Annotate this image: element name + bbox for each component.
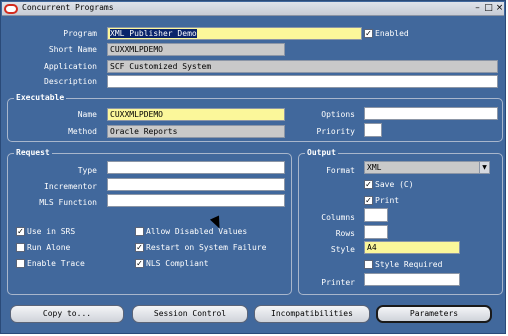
enable-trace-label: Enable Trace xyxy=(27,259,85,268)
run-alone-label: Run Alone xyxy=(27,243,71,252)
use-in-srs-checkbox[interactable]: ✓ xyxy=(16,227,25,236)
allow-disabled-values-label: Allow Disabled Values xyxy=(146,227,248,236)
nls-compliant-label: NLS Compliant xyxy=(146,259,209,268)
program-field[interactable]: XML Publisher Demo xyxy=(107,27,362,40)
format-dropdown[interactable]: XML ▼ xyxy=(364,161,490,174)
save-checkbox[interactable]: ✓ xyxy=(364,180,373,189)
style-field[interactable]: A4 xyxy=(364,241,460,254)
format-value: XML xyxy=(367,163,382,172)
close-icon[interactable]: × xyxy=(494,3,505,14)
save-label: Save (C) xyxy=(375,180,414,189)
output-title: Output xyxy=(305,148,338,157)
type-label: Type xyxy=(77,166,97,175)
restart-on-failure-checkbox[interactable]: ✓ xyxy=(135,243,144,252)
executable-name-label: Name xyxy=(77,110,97,119)
executable-method-label: Method xyxy=(68,127,97,136)
chevron-down-icon[interactable]: ▼ xyxy=(479,162,489,173)
executable-name-field[interactable]: CUXXMLPDEMO xyxy=(107,108,285,121)
window-title: Concurrent Programs xyxy=(22,3,114,12)
mls-function-field[interactable] xyxy=(107,194,285,207)
program-label: Program xyxy=(63,29,97,38)
request-title: Request xyxy=(14,148,52,157)
print-label: Print xyxy=(375,196,400,205)
printer-field[interactable] xyxy=(364,273,460,286)
style-label: Style xyxy=(330,245,355,254)
short-name-label: Short Name xyxy=(48,45,97,54)
parameters-button[interactable]: Parameters xyxy=(376,305,492,323)
title-bar: Concurrent Programs – □ × xyxy=(2,2,504,16)
incompatibilities-button[interactable]: Incompatibilities xyxy=(254,305,370,323)
mls-function-label: MLS Function xyxy=(39,198,97,207)
rows-label: Rows xyxy=(335,229,355,238)
print-checkbox[interactable]: ✓ xyxy=(364,196,373,205)
incrementor-field[interactable] xyxy=(107,178,285,191)
columns-field[interactable] xyxy=(364,208,388,222)
restart-on-failure-label: Restart on System Failure xyxy=(146,243,267,252)
type-field[interactable] xyxy=(107,161,285,174)
enabled-checkbox[interactable]: ✓ xyxy=(364,29,373,38)
oracle-logo-icon xyxy=(4,4,18,14)
application-field[interactable]: SCF Customized System xyxy=(107,60,498,73)
nls-compliant-checkbox[interactable]: ✓ xyxy=(135,259,144,268)
executable-method-field[interactable]: Oracle Reports xyxy=(107,125,285,138)
format-label: Format xyxy=(326,166,355,175)
request-group: Request xyxy=(7,148,292,295)
executable-title: Executable xyxy=(14,93,67,102)
priority-label: Priority xyxy=(316,127,355,136)
application-label: Application xyxy=(44,62,97,71)
options-field[interactable] xyxy=(364,107,498,120)
enable-trace-checkbox[interactable] xyxy=(16,259,25,268)
maximize-icon[interactable]: □ xyxy=(483,3,494,14)
columns-label: Columns xyxy=(321,213,355,222)
priority-field[interactable] xyxy=(364,123,382,137)
short-name-field[interactable]: CUXXMLPDEMO xyxy=(107,43,285,56)
concurrent-programs-window: Concurrent Programs – □ × Program XML Pu… xyxy=(0,0,506,334)
incrementor-label: Incrementor xyxy=(44,182,97,191)
allow-disabled-values-checkbox[interactable] xyxy=(135,227,144,236)
description-label: Description xyxy=(44,77,97,86)
style-required-checkbox[interactable] xyxy=(364,260,373,269)
style-required-label: Style Required xyxy=(375,260,443,269)
session-control-button[interactable]: Session Control xyxy=(132,305,248,323)
use-in-srs-label: Use in SRS xyxy=(27,227,76,236)
printer-label: Printer xyxy=(321,278,355,287)
description-field[interactable] xyxy=(107,75,498,88)
copy-to-button[interactable]: Copy to... xyxy=(10,305,124,323)
run-alone-checkbox[interactable] xyxy=(16,243,25,252)
rows-field[interactable] xyxy=(364,225,388,239)
options-label: Options xyxy=(321,110,355,119)
minimize-icon[interactable]: – xyxy=(472,3,483,14)
enabled-label: Enabled xyxy=(375,29,409,38)
